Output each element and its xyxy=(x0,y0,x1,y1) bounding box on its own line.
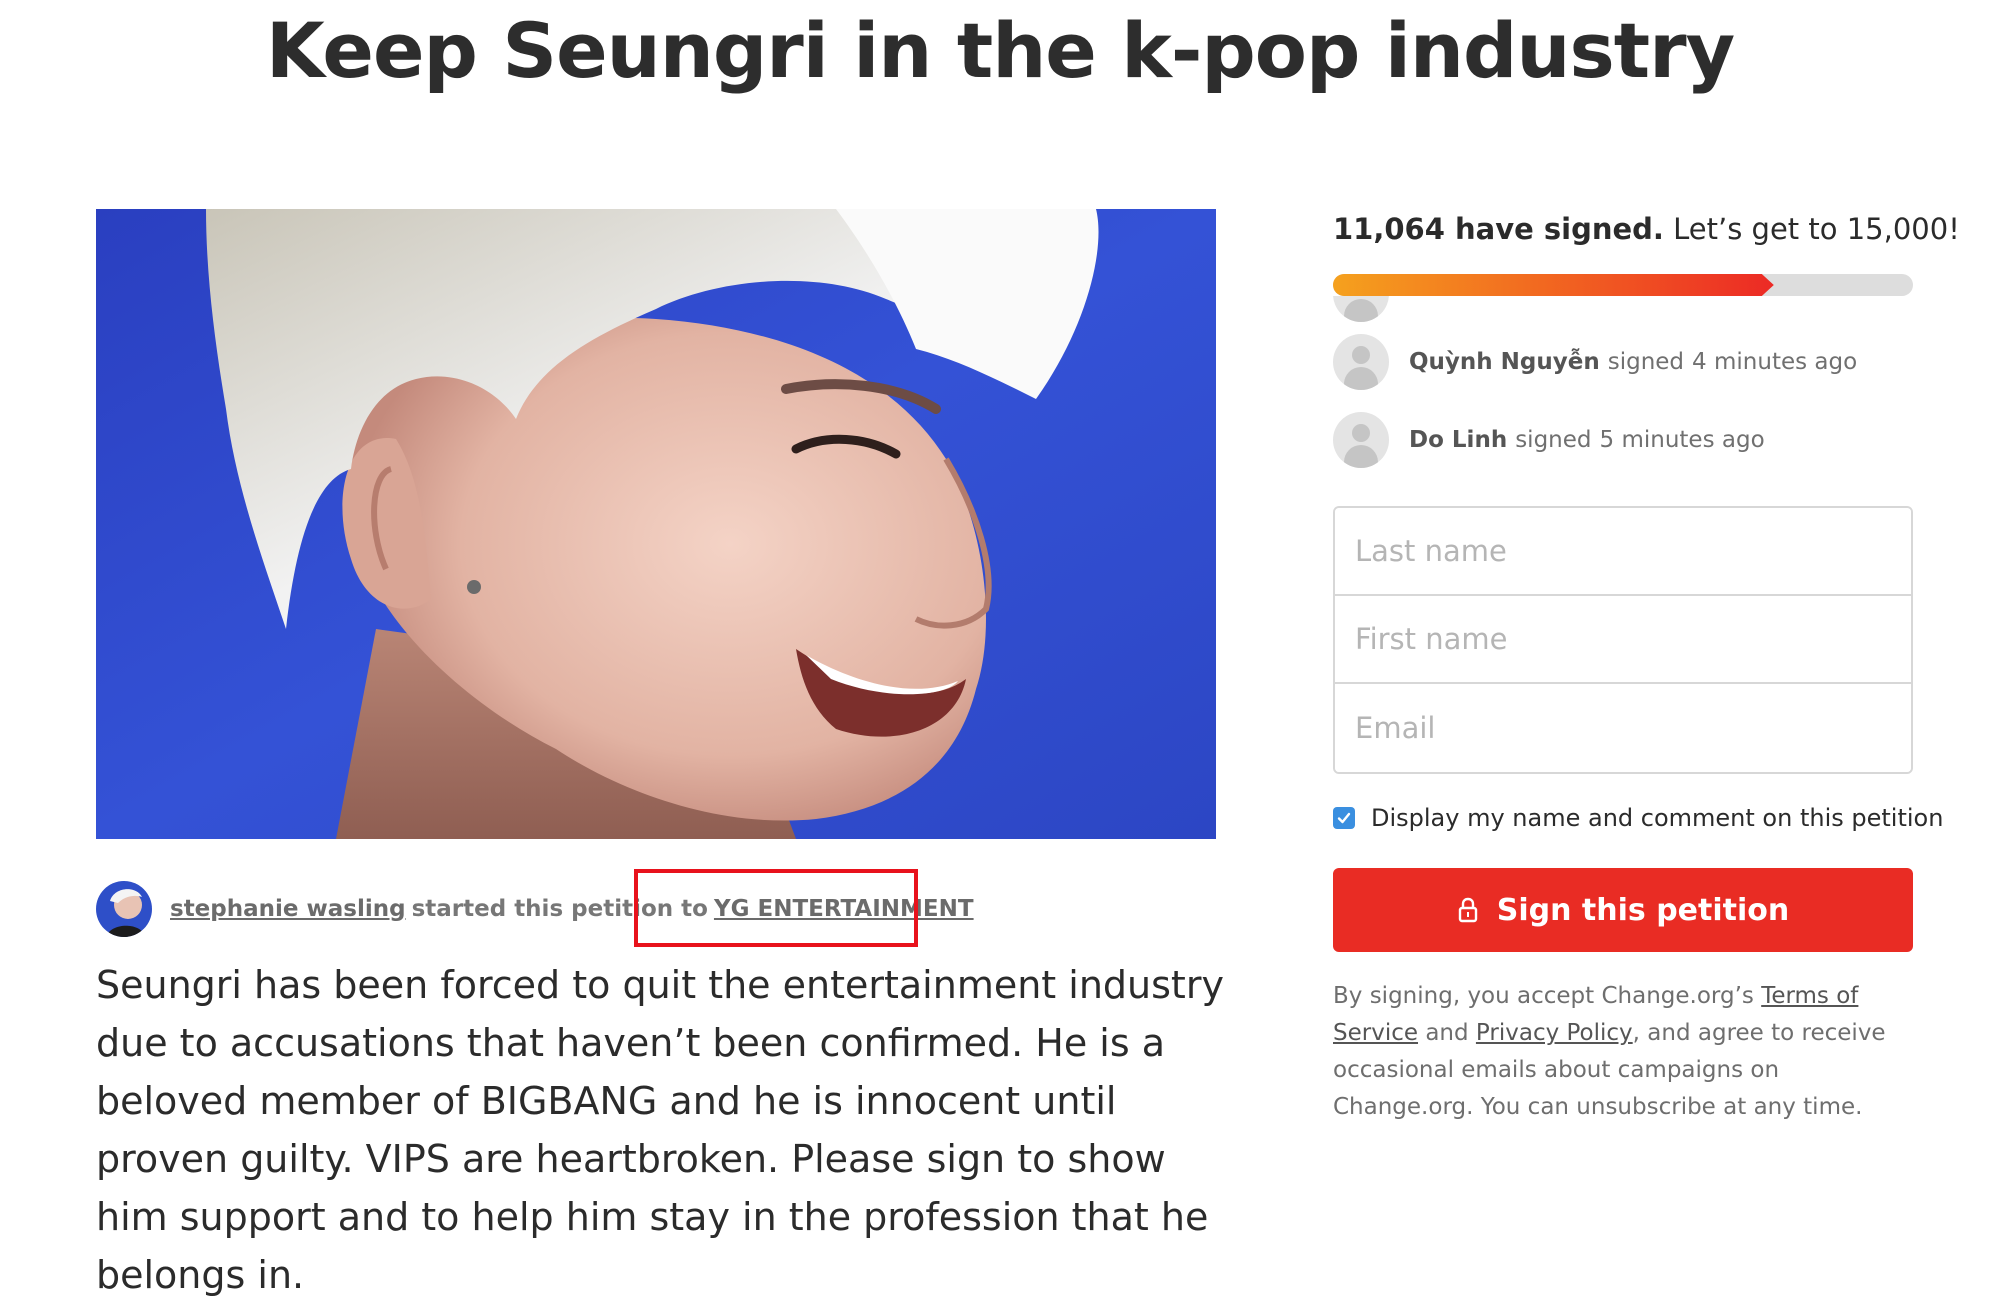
legal-prefix: By signing, you accept Change.org’s xyxy=(1333,983,1754,1009)
starter-avatar[interactable] xyxy=(96,881,152,937)
signer-action: signed xyxy=(1607,349,1685,375)
recent-signers-list: Quỳnh Nguyễn signed 4 minutes ago Do Lin… xyxy=(1333,296,1913,476)
starter-name-link[interactable]: stephanie wasling xyxy=(170,896,406,922)
signer-time: 5 minutes ago xyxy=(1599,427,1765,453)
display-name-checkbox-label: Display my name and comment on this peti… xyxy=(1371,804,1944,832)
recent-signer-item xyxy=(1333,296,1409,322)
petition-description: Seungri has been forced to quit the ente… xyxy=(96,963,1224,1297)
legal-and: and xyxy=(1425,1020,1469,1046)
signature-count-line: 11,064 have signed. Let’s get to 15,000! xyxy=(1333,212,1960,246)
lock-icon xyxy=(1457,897,1479,923)
signer-avatar xyxy=(1333,412,1389,468)
signer-avatar xyxy=(1333,296,1389,322)
display-name-checkbox-row[interactable]: Display my name and comment on this peti… xyxy=(1333,804,1943,832)
signer-name: Quỳnh Nguyễn xyxy=(1409,349,1600,375)
signer-name: Do Linh xyxy=(1409,427,1508,453)
sign-button-label: Sign this petition xyxy=(1496,892,1790,928)
sign-form xyxy=(1333,506,1913,774)
target-highlight-box xyxy=(634,869,918,947)
last-name-input[interactable] xyxy=(1335,508,1911,596)
sign-petition-button[interactable]: Sign this petition xyxy=(1333,868,1913,952)
signature-count: 11,064 have signed. xyxy=(1333,212,1664,246)
recent-signer-item: Quỳnh Nguyễn signed 4 minutes ago xyxy=(1333,334,1857,390)
first-name-input[interactable] xyxy=(1335,596,1911,684)
signer-time: 4 minutes ago xyxy=(1692,349,1858,375)
signer-action: signed xyxy=(1515,427,1592,453)
signature-progress-fill xyxy=(1333,274,1774,296)
legal-notice: By signing, you accept Change.org’s Term… xyxy=(1333,978,1913,1126)
signature-goal: Let’s get to 15,000! xyxy=(1673,212,1960,246)
recent-signer-item: Do Linh signed 5 minutes ago xyxy=(1333,412,1765,468)
checkmark-icon xyxy=(1337,812,1351,824)
petition-title: Keep Seungri in the k-pop industry xyxy=(265,6,1735,95)
signer-avatar xyxy=(1333,334,1389,390)
privacy-policy-link[interactable]: Privacy Policy xyxy=(1476,1020,1633,1046)
display-name-checkbox[interactable] xyxy=(1333,807,1355,829)
signature-progress-bar xyxy=(1333,274,1913,296)
petition-hero-image xyxy=(96,209,1216,839)
email-input[interactable] xyxy=(1335,684,1911,772)
